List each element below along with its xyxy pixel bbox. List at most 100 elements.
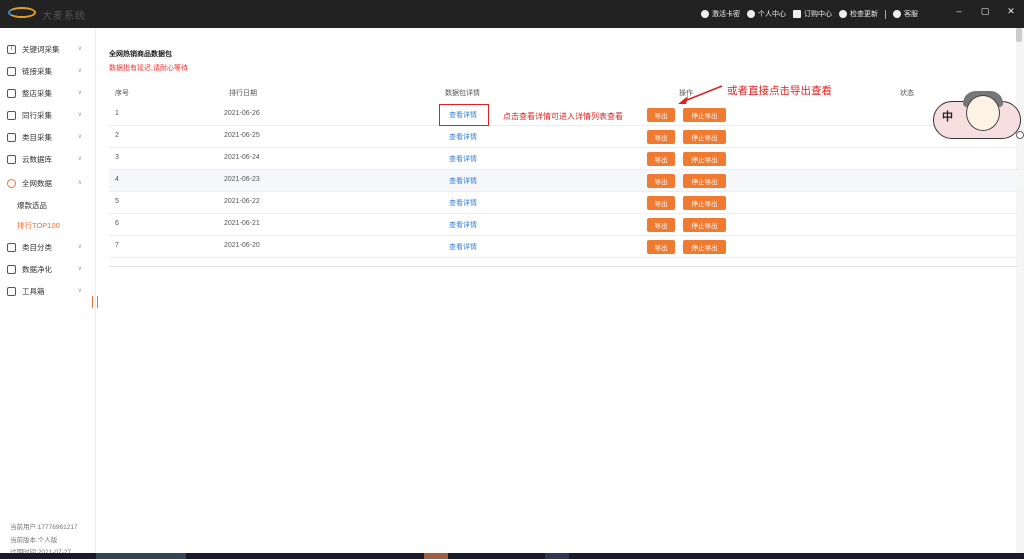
table-row: 4 2021-06-23 查看详情 导出 停止导出 <box>109 170 1018 192</box>
export-button[interactable]: 导出 <box>647 196 675 210</box>
row-index: 5 <box>115 198 119 205</box>
table-row: 5 2021-06-22 查看详情 导出 停止导出 <box>109 192 1018 214</box>
export-button[interactable]: 导出 <box>647 218 675 232</box>
page-title: 全网热销商品数据包 <box>109 51 172 58</box>
sidebar-item-category[interactable]: 类目采集 ∨ <box>0 126 96 148</box>
profile-link[interactable]: 个人中心 <box>747 9 786 19</box>
activate-icon <box>701 10 709 18</box>
export-button[interactable]: 导出 <box>647 108 675 122</box>
table-divider <box>109 266 1018 267</box>
sidebar-label: 链接采集 <box>22 66 52 76</box>
minimize-button[interactable]: – <box>946 0 972 22</box>
row-index: 6 <box>115 220 119 227</box>
annotation-detail-hint: 点击查看详情可进入详情列表查看 <box>503 112 623 121</box>
export-button[interactable]: 导出 <box>647 130 675 144</box>
export-button[interactable]: 导出 <box>647 174 675 188</box>
row-index: 1 <box>115 110 119 117</box>
sidebar-item-cloud[interactable]: 云数据库 ∨ <box>0 148 96 170</box>
toolbox-icon <box>7 286 16 296</box>
sidebar-item-clean[interactable]: 数据净化 ∨ <box>0 258 96 280</box>
chevron-down-icon: ∨ <box>77 46 82 52</box>
sidebar-label: 类目采集 <box>22 132 52 142</box>
row-index: 7 <box>115 242 119 249</box>
cart-icon <box>793 10 801 18</box>
row-index: 3 <box>115 154 119 161</box>
taskbar-item[interactable] <box>96 553 186 559</box>
close-button[interactable]: ✕ <box>998 0 1024 22</box>
user-icon <box>747 10 755 18</box>
stop-export-button[interactable]: 停止导出 <box>683 152 726 166</box>
view-details-link[interactable]: 查看详情 <box>449 242 477 252</box>
update-link[interactable]: 检查更新 <box>839 9 878 19</box>
view-details-link[interactable]: 查看详情 <box>449 132 477 142</box>
taskbar-item[interactable] <box>424 553 448 559</box>
view-details-link[interactable]: 查看详情 <box>449 154 477 164</box>
table-row: 7 2021-06-20 查看详情 导出 停止导出 <box>109 236 1018 258</box>
sidebar-item-network-data[interactable]: 全网数据 ∧ <box>0 172 96 194</box>
view-details-link[interactable]: 查看详情 <box>449 220 477 230</box>
main-content: 全网热销商品数据包 数据指有延迟,请耐心等待 序号 排行日期 数据包详情 操作 … <box>97 28 1018 553</box>
order-link[interactable]: 订购中心 <box>793 9 832 19</box>
stop-export-button[interactable]: 停止导出 <box>683 196 726 210</box>
taskbar-item[interactable] <box>545 553 569 559</box>
sidebar-item-keyword[interactable]: T 关键词采集 ∨ <box>0 38 96 60</box>
stop-export-button[interactable]: 停止导出 <box>683 130 726 144</box>
users-icon <box>7 110 16 120</box>
stop-export-button[interactable]: 停止导出 <box>683 218 726 232</box>
sidebar-item-peer[interactable]: 同行采集 ∨ <box>0 104 96 126</box>
export-button[interactable]: 导出 <box>647 152 675 166</box>
mascot-face-icon <box>966 95 1000 131</box>
order-label: 订购中心 <box>804 11 832 18</box>
top-nav: 激活卡密 个人中心 订购中心 检查更新 客服 <box>701 9 918 19</box>
mascot-widget[interactable]: 中 <box>928 91 1024 147</box>
sidebar-item-toolbox[interactable]: 工具箱 ∨ <box>0 280 96 302</box>
sidebar-label: 整店采集 <box>22 88 52 98</box>
row-date: 2021-06-23 <box>224 176 260 183</box>
gear-icon <box>7 178 16 188</box>
sidebar-subitem-top100[interactable]: 排行TOP100 <box>17 220 60 231</box>
activate-link[interactable]: 激活卡密 <box>701 9 740 19</box>
sidebar-item-store[interactable]: 整店采集 ∨ <box>0 82 96 104</box>
table-row: 6 2021-06-21 查看详情 导出 停止导出 <box>109 214 1018 236</box>
grid-icon <box>7 242 16 252</box>
sidebar: T 关键词采集 ∨ 链接采集 ∨ 整店采集 ∨ 同行采集 ∨ 类目采集 ∨ 云数据库 ∨ 全网… <box>0 28 96 556</box>
table-row: 3 2021-06-24 查看详情 导出 停止导出 <box>109 148 1018 170</box>
mascot-settings-icon[interactable] <box>1016 131 1024 139</box>
view-details-link[interactable]: 查看详情 <box>449 176 477 186</box>
table-row: 2 2021-06-25 查看详情 导出 停止导出 <box>109 126 1018 148</box>
chevron-down-icon: ∨ <box>77 156 82 162</box>
annotation-arrow-icon <box>678 85 723 104</box>
stop-export-button[interactable]: 停止导出 <box>683 240 726 254</box>
scrollbar-thumb[interactable] <box>1016 28 1022 42</box>
title-bar: 大麦系统 激活卡密 个人中心 订购中心 检查更新 客服 – ▢ ✕ <box>0 0 1024 28</box>
stop-export-button[interactable]: 停止导出 <box>683 174 726 188</box>
sidebar-label: 数据净化 <box>22 264 52 274</box>
footer-user: 当前用户:17776961217 <box>10 524 78 531</box>
row-date: 2021-06-20 <box>224 242 260 249</box>
sidebar-item-classify[interactable]: 类目分类 ∨ <box>0 236 96 258</box>
window-controls: – ▢ ✕ <box>946 0 1024 22</box>
mascot-label: 中 <box>942 111 953 123</box>
logo-text: 大麦系统 <box>42 11 86 22</box>
sidebar-label: 关键词采集 <box>22 44 60 54</box>
cloud-icon <box>7 154 16 164</box>
sidebar-label: 类目分类 <box>22 242 52 252</box>
sidebar-subitem-hot[interactable]: 爆款选品 <box>17 200 47 211</box>
headset-icon <box>893 10 901 18</box>
view-details-link[interactable]: 查看详情 <box>449 198 477 208</box>
sidebar-item-link[interactable]: 链接采集 ∨ <box>0 60 96 82</box>
app-logo: 大麦系统 <box>8 6 86 22</box>
export-button[interactable]: 导出 <box>647 240 675 254</box>
update-label: 检查更新 <box>850 11 878 18</box>
chevron-down-icon: ∨ <box>77 90 82 96</box>
refresh-icon <box>839 10 847 18</box>
row-date: 2021-06-25 <box>224 132 260 139</box>
maximize-button[interactable]: ▢ <box>972 0 998 22</box>
service-link[interactable]: 客服 <box>893 9 918 19</box>
chevron-down-icon: ∨ <box>77 288 82 294</box>
stop-export-button[interactable]: 停止导出 <box>683 108 726 122</box>
chevron-down-icon: ∨ <box>77 244 82 250</box>
sidebar-label: 同行采集 <box>22 110 52 120</box>
row-index: 2 <box>115 132 119 139</box>
col-status: 状态 <box>900 90 914 97</box>
